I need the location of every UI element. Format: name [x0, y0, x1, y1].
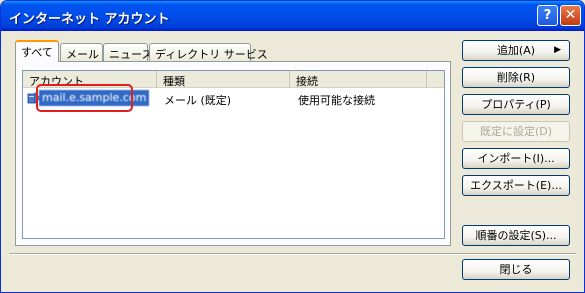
export-button[interactable]: エクスポート(E)... — [462, 175, 570, 196]
tab-directory-service[interactable]: ディレクトリ サービス — [149, 43, 268, 61]
account-type: メール (既定) — [164, 94, 232, 107]
tab-all[interactable]: すべて — [15, 40, 59, 62]
close-window-button[interactable]: ✕ — [560, 5, 581, 26]
import-button[interactable]: インポート(I)... — [462, 148, 570, 169]
tab-mail[interactable]: メール — [60, 43, 103, 61]
submenu-arrow-icon: ▶ — [554, 45, 561, 55]
tab-panel: アカウント 種類 接続 mail.e.sample.com メール (既定) 使… — [15, 61, 451, 246]
add-button[interactable]: 追加(A) ▶ — [462, 40, 570, 61]
divider — [9, 253, 576, 255]
list-item[interactable]: mail.e.sample.com メール (既定) 使用可能な接続 — [23, 84, 444, 112]
tab-news[interactable]: ニュース — [103, 43, 152, 61]
set-default-button[interactable]: 既定に設定(D) — [462, 121, 570, 142]
window-title: インターネット アカウント — [9, 12, 170, 27]
help-button[interactable]: ? — [537, 5, 558, 26]
remove-button[interactable]: 削除(R) — [462, 67, 570, 88]
set-order-button[interactable]: 順番の設定(S)... — [462, 225, 570, 246]
internet-accounts-window: インターネット アカウント ? ✕ すべて メール ニュース ディレクトリ サー… — [0, 0, 585, 293]
add-button-label: 追加(A) — [496, 44, 536, 57]
accounts-list[interactable]: アカウント 種類 接続 mail.e.sample.com メール (既定) 使… — [22, 70, 445, 239]
properties-button[interactable]: プロパティ(P) — [462, 94, 570, 115]
title-bar[interactable]: インターネット アカウント ? ✕ — [1, 1, 584, 31]
column-header-type[interactable]: 種類 — [157, 71, 290, 88]
close-button[interactable]: 閉じる — [462, 259, 570, 280]
column-header-connection[interactable]: 接続 — [290, 71, 427, 88]
account-connection: 使用可能な接続 — [298, 94, 375, 107]
annotation-highlight-box — [36, 84, 133, 112]
